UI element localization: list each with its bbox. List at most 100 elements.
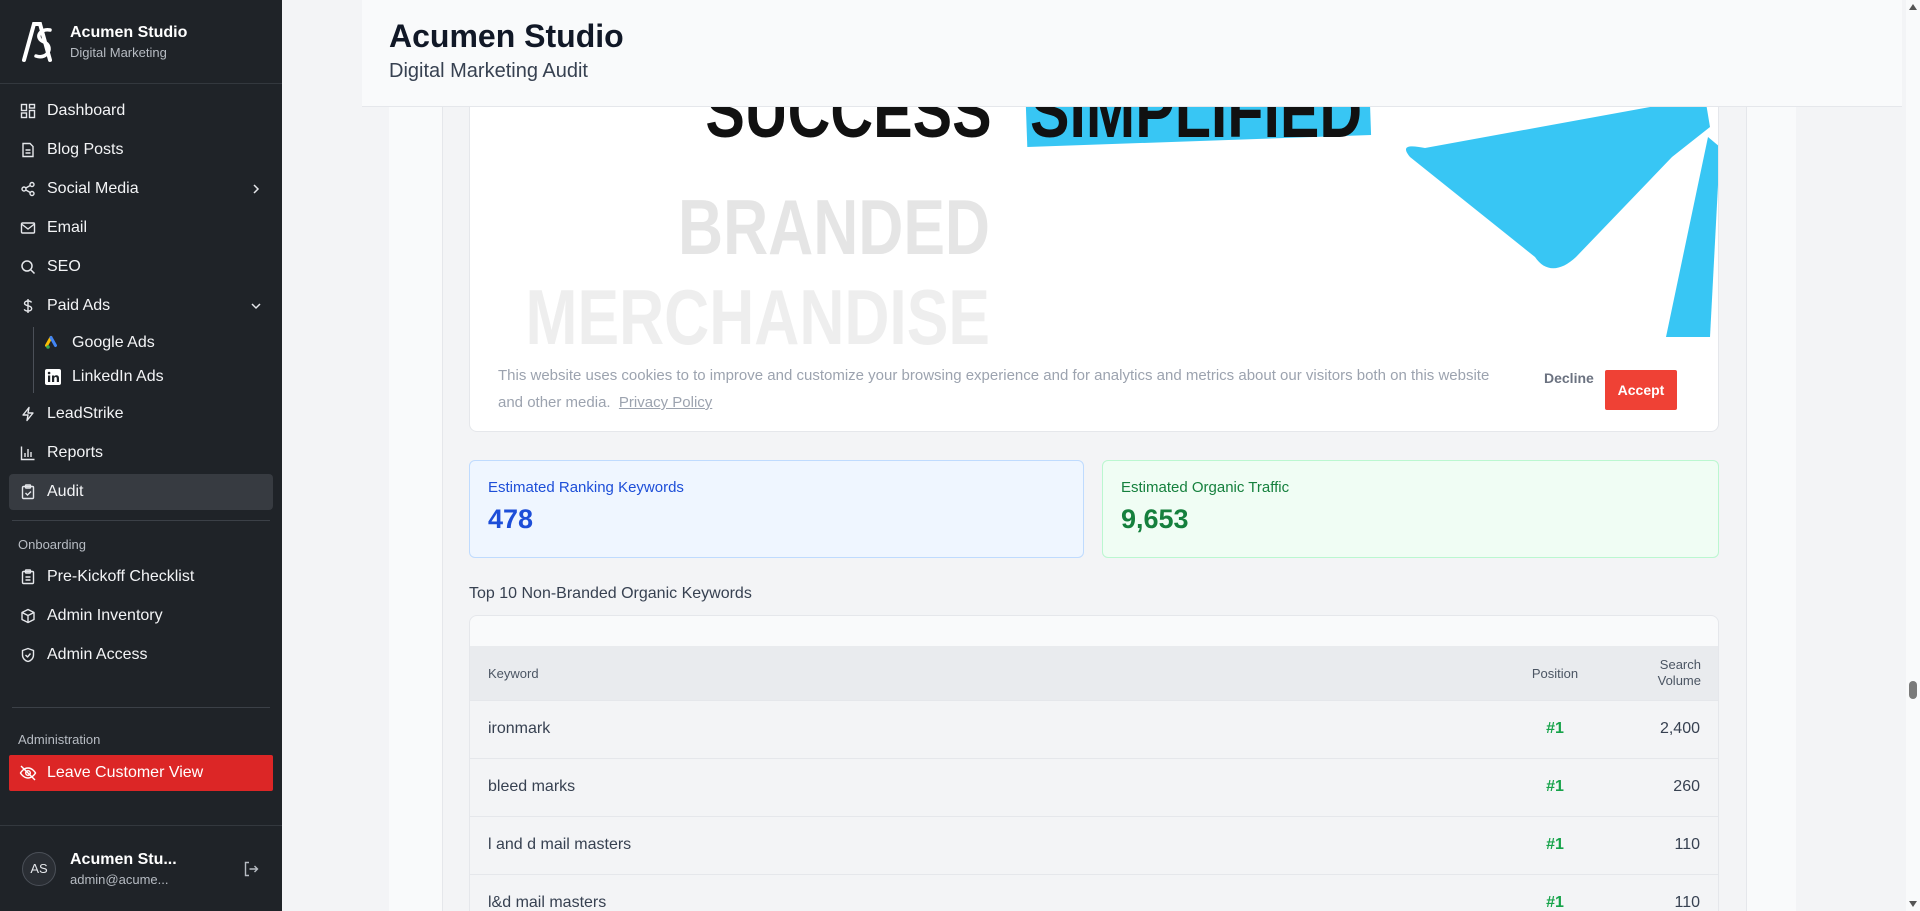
brand-header[interactable]: Acumen Studio Digital Marketing (0, 0, 282, 84)
bar-chart-icon (19, 444, 37, 462)
column-header-search-volume[interactable]: Search Volume (1658, 657, 1701, 689)
ranking-keywords-card: Estimated Ranking Keywords 478 (469, 460, 1084, 558)
brand-subtitle: Digital Marketing (70, 44, 167, 60)
nav-item-dashboard[interactable]: Dashboard (9, 93, 273, 129)
privacy-policy-link[interactable]: Privacy Policy (619, 394, 712, 411)
volume-cell: 110 (1674, 836, 1700, 853)
scroll-down-arrow-icon[interactable] (1908, 900, 1918, 908)
user-name: Acumen Stu... (70, 850, 177, 868)
keywords-table-title: Top 10 Non-Branded Organic Keywords (469, 585, 752, 602)
column-header-position[interactable]: Position (1520, 666, 1590, 681)
clipboard-icon (19, 568, 37, 586)
ranking-keywords-label: Estimated Ranking Keywords (488, 479, 684, 496)
nav-item-label: Blog Posts (47, 141, 124, 158)
mail-icon (19, 219, 37, 237)
nav-item-label: Email (47, 219, 88, 236)
user-email: admin@acume... (70, 871, 169, 887)
nav-item-pre-kickoff-checklist[interactable]: Pre-Kickoff Checklist (9, 559, 273, 595)
nav-item-admin-inventory[interactable]: Admin Inventory (9, 598, 273, 634)
sidebar: Acumen Studio Digital Marketing Dashboar… (0, 0, 282, 911)
banner-line-1: BRANDED (678, 183, 990, 270)
document-icon (19, 141, 37, 159)
paid-ads-submenu: Google Ads LinkedIn Ads (33, 327, 273, 393)
clipboard-check-icon (19, 483, 37, 501)
accept-cookies-button[interactable]: Accept (1605, 370, 1677, 410)
keywords-table: Keyword Position Search Volume ironmark #… (469, 615, 1719, 911)
keyword-cell: l and d mail masters (488, 836, 632, 853)
dashboard-icon (19, 102, 37, 120)
column-header-search-volume-line-1: Search (1659, 657, 1701, 672)
leave-customer-view-label: Leave Customer View (47, 764, 204, 781)
volume-cell: 260 (1673, 778, 1700, 795)
nav-item-linkedin-ads[interactable]: LinkedIn Ads (34, 361, 273, 393)
banner-line-2: MERCHANDISE (525, 273, 990, 353)
nav-item-reports[interactable]: Reports (9, 435, 273, 471)
shield-check-icon (19, 646, 37, 664)
nav-item-social-media[interactable]: Social Media (9, 171, 273, 207)
scrollbar-thumb[interactable] (1909, 681, 1917, 699)
column-header-keyword[interactable]: Keyword (488, 666, 539, 681)
nav-item-label: Audit (47, 483, 84, 500)
table-row: ironmark #1 2,400 (470, 700, 1718, 758)
organic-traffic-card: Estimated Organic Traffic 9,653 (1102, 460, 1719, 558)
sidebar-divider (12, 520, 270, 521)
google-ads-icon (44, 334, 62, 352)
main-nav: Dashboard Blog Posts Social Media Email … (0, 84, 282, 510)
eye-off-icon (19, 765, 37, 781)
nav-item-label: Pre-Kickoff Checklist (47, 568, 195, 585)
user-profile[interactable]: AS Acumen Stu... admin@acume... (0, 825, 282, 911)
volume-cell: 110 (1674, 894, 1700, 911)
nav-item-paid-ads[interactable]: Paid Ads (9, 288, 273, 324)
nav-item-label: Google Ads (72, 334, 155, 351)
nav-item-leadstrike[interactable]: LeadStrike (9, 396, 273, 432)
volume-cell: 2,400 (1659, 720, 1700, 737)
nav-item-label: Social Media (47, 180, 139, 197)
column-header-search-volume-line-2: Volume (1657, 673, 1701, 688)
table-header: Keyword Position Search Volume (470, 646, 1718, 700)
dollar-icon (19, 297, 37, 315)
leave-customer-view-button[interactable]: Leave Customer View (9, 755, 273, 791)
nav-item-label: Admin Access (47, 646, 148, 663)
nav-item-admin-access[interactable]: Admin Access (9, 637, 273, 673)
nav-item-label: Admin Inventory (47, 607, 163, 624)
ranking-keywords-value: 478 (488, 504, 534, 534)
nav-item-label: Dashboard (47, 102, 126, 119)
nav-item-google-ads[interactable]: Google Ads (34, 327, 273, 359)
position-cell: #1 (1546, 778, 1564, 795)
bolt-icon (19, 405, 37, 423)
chevron-down-icon (251, 303, 261, 310)
sidebar-divider (12, 707, 270, 708)
keyword-cell: bleed marks (488, 778, 576, 795)
nav-item-label: SEO (47, 258, 81, 275)
nav-item-blog-posts[interactable]: Blog Posts (9, 132, 273, 168)
onboarding-nav: Pre-Kickoff Checklist Admin Inventory Ad… (0, 559, 282, 673)
position-cell: #1 (1546, 720, 1564, 737)
nav-item-label: Reports (47, 444, 104, 461)
nav-item-audit[interactable]: Audit (9, 474, 273, 510)
page-scrollbar[interactable] (1906, 0, 1920, 911)
table-row: l and d mail masters #1 110 (470, 816, 1718, 874)
nav-item-seo[interactable]: SEO (9, 249, 273, 285)
website-banner-image: SUCCESS SIMPLIFIED BRANDED MERCHANDISE (470, 107, 1718, 353)
avatar: AS (22, 851, 56, 886)
nav-item-label: LeadStrike (47, 405, 124, 422)
brand-logo (22, 21, 52, 62)
chevron-right-icon (253, 184, 260, 194)
decline-cookies-button[interactable]: Decline (1544, 370, 1594, 386)
nav-item-email[interactable]: Email (9, 210, 273, 246)
scroll-up-arrow-icon[interactable] (1908, 3, 1918, 11)
banner-headline-left: SUCCESS (705, 107, 991, 154)
nav-item-label: LinkedIn Ads (72, 368, 164, 385)
table-row: l&d mail masters #1 110 (470, 874, 1718, 911)
table-row: bleed marks #1 260 (470, 758, 1718, 816)
banner-headline-right: SIMPLIFIED (1030, 107, 1362, 154)
position-cell: #1 (1546, 836, 1564, 853)
organic-traffic-label: Estimated Organic Traffic (1121, 479, 1290, 496)
keyword-cell: ironmark (488, 720, 551, 737)
section-label-administration: Administration (18, 732, 101, 747)
linkedin-icon (44, 368, 62, 386)
share-icon (19, 180, 37, 198)
keyword-cell: l&d mail masters (488, 894, 607, 911)
page-title: Acumen Studio (389, 18, 624, 54)
logout-icon[interactable] (242, 860, 260, 878)
